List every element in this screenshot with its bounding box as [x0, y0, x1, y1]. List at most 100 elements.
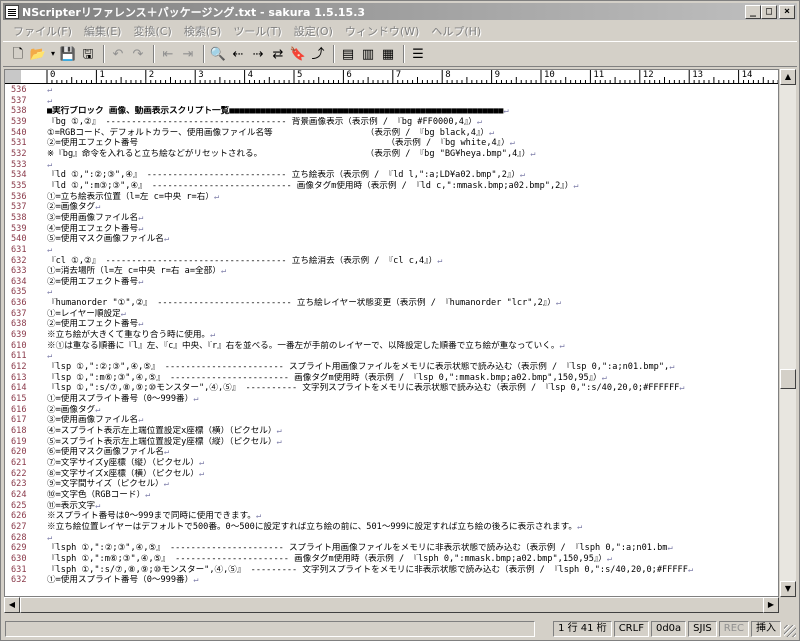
save-icon[interactable]: 💾: [59, 45, 77, 63]
text-line[interactable]: 537 ↵: [5, 96, 778, 107]
menu-file[interactable]: ファイル(F): [7, 23, 78, 39]
line-text[interactable]: 『lsp ①,":s/⑦,⑧,⑨;⑩モンスター",④,⑤』 ----------…: [47, 383, 679, 393]
text-line[interactable]: 623 ⑨=文字間サイズ（ピクセル）↵: [5, 479, 778, 490]
notepad-icon[interactable]: [5, 4, 19, 19]
maximize-button[interactable]: □: [761, 4, 777, 19]
resize-grip[interactable]: [784, 625, 796, 637]
scroll-right-button[interactable]: ▶: [763, 597, 779, 613]
forward-icon[interactable]: ⇥: [179, 45, 197, 63]
text-line[interactable]: 632 『cl ①,②』 ----------------------------…: [5, 256, 778, 267]
text-line[interactable]: 533 ↵: [5, 160, 778, 171]
scroll-down-button[interactable]: ▼: [780, 581, 796, 597]
line-text[interactable]: ①=使用スプライト番号（0～999番）: [47, 575, 193, 585]
text-line[interactable]: 617 ③=使用画像ファイル名↵: [5, 415, 778, 426]
line-text[interactable]: 『ld ①,":m③;③",④』 -----------------------…: [47, 181, 573, 191]
settings-icon[interactable]: ▦: [379, 45, 397, 63]
text-line[interactable]: 615 ①=使用スプライト番号（0～999番）↵: [5, 394, 778, 405]
menu-tools[interactable]: ツール(T): [227, 23, 287, 39]
line-text[interactable]: ⑥=使用マスク画像ファイル名: [47, 447, 164, 457]
text-line[interactable]: 638 ②=使用エフェクト番号↵: [5, 319, 778, 330]
status-mode[interactable]: 挿入: [751, 620, 781, 637]
text-line[interactable]: 629 『lsph ①,":②;③",④,⑤』 -----------------…: [5, 543, 778, 554]
text-line[interactable]: 628 ↵: [5, 533, 778, 544]
title-bar[interactable]: NScripterリファレンス＋パッケージング.txt - sakura 1.5…: [3, 3, 797, 20]
line-text[interactable]: ②=使用エフェクト番号: [47, 319, 138, 329]
open-file-icon[interactable]: 📂: [29, 45, 47, 63]
line-text[interactable]: ⑨=文字間サイズ（ピクセル）: [47, 479, 164, 489]
line-text[interactable]: 『lsph ①,":s/⑦,⑧,⑨;⑩モンスター",④,⑤』 ---------…: [47, 565, 688, 575]
text-line[interactable]: 538 ③=使用画像ファイル名↵: [5, 213, 778, 224]
line-text[interactable]: ①=使用スプライト番号（0～999番）: [47, 394, 193, 404]
text-line[interactable]: 631 ↵: [5, 245, 778, 256]
text-line[interactable]: 633 ①=消去場所（l=左 c=中央 r=右 a=全部）↵: [5, 266, 778, 277]
line-text[interactable]: ⑪=表示文字: [47, 501, 95, 511]
line-text[interactable]: ⑧=文字サイズx座標（横）（ピクセル）: [47, 469, 199, 479]
text-line[interactable]: 538 ■実行ブロック 画像、動画表示スクリプト一覧■■■■■■■■■■■■■■■…: [5, 106, 778, 117]
text-line[interactable]: 637 ①=レイヤー順設定↵: [5, 309, 778, 320]
menu-help[interactable]: ヘルプ(H): [425, 23, 487, 39]
text-line[interactable]: 540 ①=RGBコード、デフォルトカラー、使用画像ファイル名等 （表示例 / 『…: [5, 128, 778, 139]
text-line[interactable]: 635 ↵: [5, 287, 778, 298]
menu-edit[interactable]: 編集(E): [78, 23, 128, 39]
text-line[interactable]: 534 『ld ①,":②;③",④』 ---------------------…: [5, 170, 778, 181]
text-line[interactable]: 539 ④=使用エフェクト番号↵: [5, 224, 778, 235]
line-text[interactable]: ⑤=スプライト表示左上端位置設定y座標（縦）（ピクセル）: [47, 437, 277, 447]
line-text[interactable]: ■実行ブロック 画像、動画表示スクリプト一覧■■■■■■■■■■■■■■■■■■…: [47, 106, 503, 116]
grep-icon[interactable]: ▤: [339, 45, 357, 63]
text-line[interactable]: 619 ⑤=スプライト表示左上端位置設定y座標（縦）（ピクセル）↵: [5, 437, 778, 448]
text-line[interactable]: 531 ②=使用エフェクト番号 （表示例 / 『bg white,4』）↵: [5, 138, 778, 149]
text-line[interactable]: 620 ⑥=使用マスク画像ファイル名↵: [5, 447, 778, 458]
minimize-button[interactable]: _: [745, 4, 761, 19]
text-line[interactable]: 611 ↵: [5, 351, 778, 362]
menu-window[interactable]: ウィンドウ(W): [339, 23, 425, 39]
menu-settings[interactable]: 設定(O): [288, 23, 339, 39]
text-editor[interactable]: 0 1 2 3 4 5 6 7 8 9 10 11 12 13 14 536 ↵ 537 ↵ 538 ■実行ブロック …: [4, 69, 779, 597]
text-line[interactable]: 632 ①=使用スプライト番号（0～999番）↵: [5, 575, 778, 586]
text-line[interactable]: 618 ④=スプライト表示左上端位置設定x座標（横）（ピクセル）↵: [5, 426, 778, 437]
text-line[interactable]: 536 ↵: [5, 85, 778, 96]
line-text[interactable]: ※立ち絵位置レイヤーはデフォルトで500番。0～500に設定すれば立ち絵の前に、…: [47, 522, 577, 532]
compare-icon[interactable]: ▥: [359, 45, 377, 63]
text-line[interactable]: 624 ⑩=文字色（RGBコード）↵: [5, 490, 778, 501]
line-text[interactable]: 『lsp ①,":m⑥;③",④,⑤』 --------------------…: [47, 373, 602, 383]
line-text[interactable]: ①=レイヤー順設定: [47, 309, 121, 319]
status-eol[interactable]: CRLF: [613, 620, 649, 637]
line-text[interactable]: 『lsph ①,":m⑥;③",④,⑤』 -------------------…: [47, 554, 607, 564]
text-line[interactable]: 630 『lsph ①,":m⑥;③",④,⑤』 ----------------…: [5, 554, 778, 565]
line-text[interactable]: ④=スプライト表示左上端位置設定x座標（横）（ピクセル）: [47, 426, 277, 436]
text-lines[interactable]: 536 ↵ 537 ↵ 538 ■実行ブロック 画像、動画表示スクリプト一覧■■■■■■■…: [5, 85, 778, 596]
vertical-scroll-thumb[interactable]: [780, 369, 796, 389]
text-line[interactable]: 537 ②=画像タグ↵: [5, 202, 778, 213]
text-line[interactable]: 622 ⑧=文字サイズx座標（横）（ピクセル）↵: [5, 469, 778, 480]
line-text[interactable]: ⑦=文字サイズy座標（縦）（ピクセル）: [47, 458, 199, 468]
line-text[interactable]: ※スプライト番号は0～999まで同時に使用できます。: [47, 511, 256, 521]
line-text[interactable]: ①=RGBコード、デフォルトカラー、使用画像ファイル名等 （表示例 / 『bg …: [47, 128, 489, 138]
line-text[interactable]: ⑤=使用マスク画像ファイル名: [47, 234, 164, 244]
open-dropdown-icon[interactable]: ▾: [49, 45, 57, 63]
bookmark-icon[interactable]: 🔖: [289, 45, 307, 63]
line-text[interactable]: ②=使用エフェクト番号 （表示例 / 『bg white,4』）: [47, 138, 510, 148]
text-line[interactable]: 535 『ld ①,":m③;③",④』 --------------------…: [5, 181, 778, 192]
scroll-left-button[interactable]: ◀: [4, 597, 20, 613]
save-as-icon[interactable]: 🖫: [79, 45, 97, 63]
text-line[interactable]: 539 『bg ①,②』 ----------------------------…: [5, 117, 778, 128]
outline-icon[interactable]: ☰: [409, 45, 427, 63]
text-line[interactable]: 631 『lsph ①,":s/⑦,⑧,⑨;⑩モンスター",④,⑤』 ------…: [5, 565, 778, 576]
line-text[interactable]: 『ld ①,":②;③",④』 ------------------------…: [47, 170, 520, 180]
tag-jump-icon[interactable]: ⤴: [309, 45, 327, 63]
text-line[interactable]: 634 ②=使用エフェクト番号↵: [5, 277, 778, 288]
new-file-icon[interactable]: 🗋: [9, 45, 27, 63]
line-text[interactable]: ④=使用エフェクト番号: [47, 224, 138, 234]
text-line[interactable]: 613 『lsp ①,":m⑥;③",④,⑤』 -----------------…: [5, 373, 778, 384]
text-line[interactable]: 616 ②=画像タグ↵: [5, 405, 778, 416]
text-line[interactable]: 625 ⑪=表示文字↵: [5, 501, 778, 512]
line-text[interactable]: ※立ち絵が大きくて重なり合う時に使用。: [47, 330, 210, 340]
line-text[interactable]: 『lsp ①,":②;③",④,⑤』 ---------------------…: [47, 362, 669, 372]
line-text[interactable]: ③=使用画像ファイル名: [47, 213, 138, 223]
line-text[interactable]: ③=使用画像ファイル名: [47, 415, 138, 425]
search-icon[interactable]: 🔍: [209, 45, 227, 63]
menu-search[interactable]: 検索(S): [178, 23, 228, 39]
line-text[interactable]: ①=消去場所（l=左 c=中央 r=右 a=全部）: [47, 266, 221, 276]
text-line[interactable]: 639 ※立ち絵が大きくて重なり合う時に使用。↵: [5, 330, 778, 341]
text-line[interactable]: 627 ※立ち絵位置レイヤーはデフォルトで500番。0～500に設定すれば立ち絵の…: [5, 522, 778, 533]
